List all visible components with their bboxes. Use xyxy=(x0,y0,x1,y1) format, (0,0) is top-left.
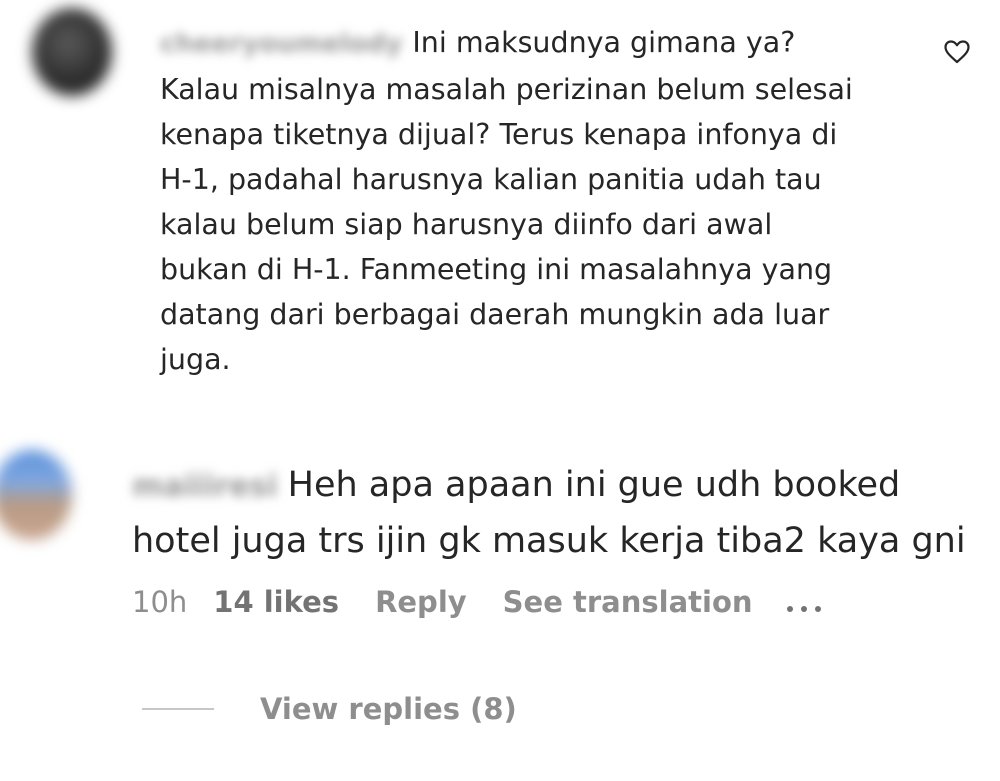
likes-count-button[interactable]: 14 likes xyxy=(213,585,339,619)
comment-body: cheeryoumelody Ini maksudnya gimana ya? K… xyxy=(160,20,920,382)
divider-line xyxy=(142,708,214,710)
comment-text: Ini maksudnya gimana ya? Kalau misalnya … xyxy=(160,26,853,376)
username[interactable]: cheeryoumelody xyxy=(160,22,402,67)
view-replies-button[interactable]: View replies (8) xyxy=(142,692,517,726)
avatar[interactable] xyxy=(0,450,72,540)
username[interactable]: maiiiresi xyxy=(132,459,278,514)
comment-time: 10h xyxy=(132,585,188,619)
comment: maiiiresi Heh apa apaan ini gue udh booke… xyxy=(0,430,1000,781)
more-options-icon[interactable] xyxy=(786,599,821,619)
comment-body: maiiiresi Heh apa apaan ini gue udh booke… xyxy=(132,458,992,569)
comment: cheeryoumelody Ini maksudnya gimana ya? K… xyxy=(0,0,1000,400)
reply-button[interactable]: Reply xyxy=(375,585,467,619)
see-translation-button[interactable]: See translation xyxy=(503,585,753,619)
avatar[interactable] xyxy=(32,8,112,96)
comment-meta: 10h 14 likes Reply See translation xyxy=(132,585,821,619)
view-replies-label[interactable]: View replies (8) xyxy=(260,692,517,726)
heart-outline-icon[interactable] xyxy=(944,40,970,64)
